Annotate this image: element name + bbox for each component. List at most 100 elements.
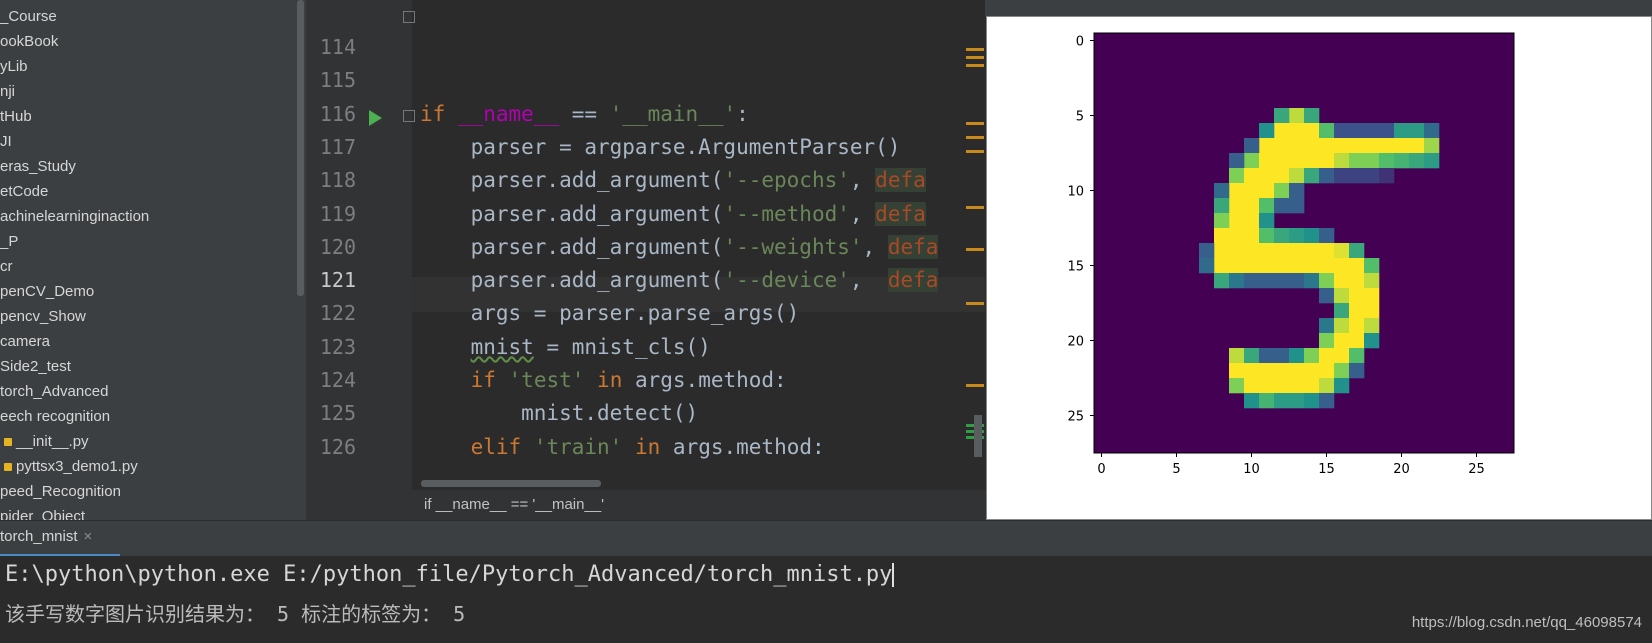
sidebar-item[interactable]: _Course	[0, 5, 57, 29]
heatmap-cell	[1289, 348, 1305, 364]
x-tick-label: 15	[1318, 462, 1335, 477]
sidebar-item[interactable]: __init__.py	[4, 430, 89, 454]
sidebar-item-label: _P	[0, 233, 19, 250]
line-number: 122	[319, 301, 356, 326]
console-output: 该手写数字图片识别结果为： 5 标注的标签为： 5	[5, 602, 466, 626]
code-line[interactable]: parser.add_argument('--method', defa	[420, 197, 926, 232]
mnist-digit-plot: 0 5 10 15 20 25 0 5 10 15 20 25	[1067, 32, 1515, 477]
heatmap-cell	[1364, 318, 1380, 334]
code-line[interactable]: if 'test' in args.method:	[420, 363, 787, 398]
sidebar-item[interactable]: eech recognition	[0, 405, 110, 429]
heatmap-cell	[1259, 213, 1275, 229]
x-tick-label: 5	[1172, 462, 1180, 477]
run-icon[interactable]	[369, 110, 382, 126]
code-line[interactable]: elif 'train' in args.method:	[420, 430, 825, 465]
heatmap-cell	[1274, 168, 1290, 184]
sidebar-item[interactable]: pencv_Show	[0, 305, 86, 329]
sidebar-item[interactable]: nji	[0, 80, 15, 104]
y-tick-label: 20	[1067, 335, 1084, 350]
heatmap-cell	[1334, 273, 1350, 289]
sidebar-item[interactable]: penCV_Demo	[0, 280, 94, 304]
heatmap-cell	[1334, 303, 1350, 319]
horizontal-scrollbar[interactable]	[421, 480, 601, 487]
sidebar-item-label: JI	[0, 133, 12, 150]
heatmap-cell	[1349, 138, 1365, 154]
heatmap-cell	[1274, 123, 1290, 139]
code-line[interactable]: args = parser.parse_args()	[420, 296, 800, 331]
heatmap-cell	[1259, 183, 1275, 199]
sidebar-item[interactable]: pider_Object	[0, 505, 85, 520]
close-icon[interactable]: ×	[84, 528, 93, 545]
code-line[interactable]: parser.add_argument('--device', defa	[420, 263, 939, 298]
heatmap-cell	[1274, 228, 1290, 244]
code-line[interactable]: mnist = mnist_cls()	[420, 330, 711, 365]
run-console[interactable]: E:\python\python.exe E:/python_file/Pyto…	[0, 556, 1652, 643]
image-viewer-toolbar	[986, 0, 1652, 16]
breadcrumb-label: if __name__ == '__main__'	[424, 496, 605, 513]
sidebar-item[interactable]: pyttsx3_demo1.py	[4, 455, 138, 479]
line-number: 118	[319, 168, 356, 193]
code-line[interactable]: mnist.detect()	[420, 396, 698, 431]
heatmap-cell	[1334, 153, 1350, 169]
heatmap-cell	[1214, 198, 1230, 214]
heatmap-cell	[1319, 228, 1335, 244]
console-command-text: E:\python\python.exe E:/python_file/Pyto…	[5, 562, 893, 587]
sidebar-item[interactable]: yLib	[0, 55, 28, 79]
fold-icon[interactable]	[403, 11, 415, 23]
sidebar-item-label: eech recognition	[0, 408, 111, 425]
heatmap-cell	[1349, 303, 1365, 319]
sidebar-item-label: nji	[0, 83, 16, 100]
sidebar-item-label: Side2_test	[0, 358, 71, 375]
heatmap-cell	[1364, 333, 1380, 349]
heatmap-cell	[1349, 333, 1365, 349]
heatmap-cell	[1319, 378, 1335, 394]
heatmap-cell	[1289, 393, 1305, 409]
heatmap-cell	[1304, 123, 1320, 139]
tab-label: torch_mnist	[0, 528, 78, 545]
heatmap-cell	[1364, 258, 1380, 274]
breadcrumb[interactable]: if __name__ == '__main__'	[306, 490, 986, 520]
sidebar-item[interactable]: torch_Advanced	[0, 380, 108, 404]
heatmap-cell	[1244, 138, 1260, 154]
heatmap-cell	[1304, 348, 1320, 364]
heatmap-cell	[1214, 213, 1230, 229]
heatmap-cell	[1199, 258, 1215, 274]
sidebar-item-label: torch_Advanced	[0, 383, 109, 400]
sidebar-item[interactable]: tHub	[0, 105, 32, 129]
heatmap-cell	[1244, 258, 1260, 274]
heatmap-cell	[1199, 243, 1215, 259]
sidebar-item[interactable]: etCode	[0, 180, 48, 204]
heatmap-cell	[1274, 348, 1290, 364]
sidebar-item[interactable]: _P	[0, 230, 18, 254]
heatmap-cell	[1259, 228, 1275, 244]
sidebar-item-label: cr	[0, 258, 13, 275]
line-number: 114	[319, 35, 356, 59]
code-line[interactable]: if __name__ == '__main__':	[420, 97, 749, 132]
heatmap-cell	[1349, 273, 1365, 289]
code-line[interactable]: parser.add_argument('--epochs', defa	[420, 163, 926, 198]
sidebar-item[interactable]: peed_Recognition	[0, 480, 121, 504]
heatmap-cell	[1259, 348, 1275, 364]
line-number: 123	[319, 334, 356, 359]
sidebar-item[interactable]: JI	[0, 130, 12, 154]
sidebar-item[interactable]: camera	[0, 330, 50, 354]
sidebar-item[interactable]: Side2_test	[0, 355, 71, 379]
sidebar-item-label: eras_Study	[0, 158, 76, 175]
run-tab-bar: torch_mnist ×	[0, 520, 1652, 557]
sidebar-item[interactable]: cr	[0, 255, 13, 279]
sidebar-item[interactable]: ookBook	[0, 30, 58, 54]
code-line[interactable]: parser = argparse.ArgumentParser()	[420, 130, 901, 165]
sidebar-item[interactable]: achinelearninginaction	[0, 205, 149, 229]
console-command: E:\python\python.exe E:/python_file/Pyto…	[5, 562, 895, 587]
fold-icon[interactable]	[403, 110, 415, 122]
heatmap-cell	[1274, 138, 1290, 154]
sidebar-scrollbar[interactable]	[297, 0, 304, 296]
tab-torch-mnist[interactable]: torch_mnist ×	[0, 521, 120, 554]
heatmap-cell	[1229, 243, 1245, 259]
sidebar-item[interactable]: eras_Study	[0, 155, 76, 179]
heatmap-cell	[1409, 123, 1425, 139]
code-line[interactable]: parser.add_argument('--weights', defa	[420, 230, 939, 265]
vertical-scrollbar[interactable]	[974, 415, 982, 457]
heatmap-cell	[1349, 243, 1365, 259]
heatmap-cell	[1289, 363, 1305, 379]
